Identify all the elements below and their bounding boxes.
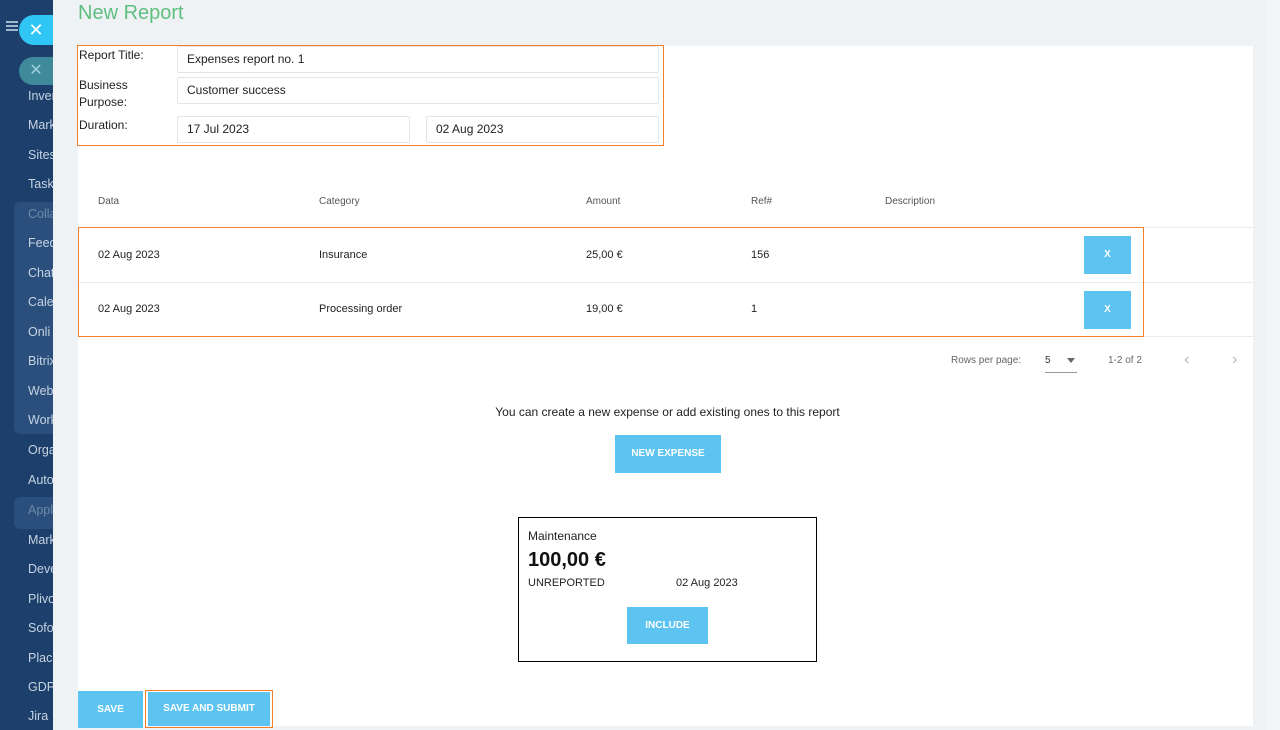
sidebar-item[interactable]: Bitrix: [28, 354, 53, 368]
sidebar-item[interactable]: Auto: [28, 473, 53, 487]
row-ref: 156: [751, 249, 770, 261]
new-expense-button[interactable]: NEW EXPENSE: [615, 435, 721, 473]
column-header-amount[interactable]: Amount: [586, 196, 620, 207]
rows-per-page-label: Rows per page:: [951, 355, 1022, 366]
remove-row-button[interactable]: X: [1084, 236, 1131, 274]
chevron-left-icon[interactable]: ‹: [1184, 351, 1189, 369]
chevron-right-icon[interactable]: ›: [1232, 351, 1237, 369]
report-panel: New Report Report Title: Expenses report…: [53, 0, 1280, 730]
report-title-label: Report Title:: [79, 48, 144, 62]
sidebar-group-label: Colla: [28, 207, 53, 221]
column-header-category[interactable]: Category: [319, 196, 360, 207]
row-category: Processing order: [319, 303, 403, 315]
sidebar-item[interactable]: Place: [28, 651, 53, 665]
business-purpose-label: Business: [79, 78, 128, 92]
row-category: Insurance: [319, 249, 368, 261]
row-ref: 1: [751, 303, 758, 315]
sidebar-item[interactable]: Onli: [28, 325, 50, 339]
row-date: 02 Aug 2023: [98, 303, 160, 315]
rows-per-page-select[interactable]: 5: [1045, 349, 1077, 373]
business-purpose-label: Purpose:: [79, 95, 128, 109]
sidebar-item[interactable]: Web: [28, 384, 53, 398]
duration-label: Duration:: [79, 118, 128, 132]
include-button[interactable]: INCLUDE: [627, 607, 708, 644]
close-slider-button[interactable]: ✕: [19, 15, 53, 45]
duration-start-field[interactable]: 17 Jul 2023: [177, 116, 410, 143]
sidebar-item[interactable]: Feed: [28, 236, 53, 250]
row-date: 02 Aug 2023: [98, 249, 160, 261]
duration-end-field[interactable]: 02 Aug 2023: [426, 116, 659, 143]
sidebar-item[interactable]: Task: [28, 177, 53, 191]
page-title: New Report: [78, 2, 184, 24]
sidebar-item[interactable]: Sites: [28, 148, 53, 162]
chevron-down-icon: [1067, 358, 1075, 363]
sidebar-item[interactable]: Deve: [28, 562, 53, 576]
column-header-ref[interactable]: Ref#: [751, 196, 772, 207]
sidebar-item[interactable]: Mark: [28, 533, 53, 547]
save-and-submit-highlight: [145, 690, 273, 728]
sidebar-item[interactable]: Cale: [28, 295, 53, 309]
expense-card: Maintenance 100,00 € UNREPORTED 02 Aug 2…: [518, 517, 817, 662]
pagination-range: 1-2 of 2: [1108, 355, 1142, 366]
remove-row-button[interactable]: X: [1084, 291, 1131, 329]
expense-amount: 100,00 €: [528, 549, 606, 571]
column-header-data[interactable]: Data: [98, 196, 119, 207]
expense-date: 02 Aug 2023: [676, 577, 738, 589]
sidebar-item[interactable]: Inver: [28, 89, 53, 103]
scrollbar[interactable]: [1266, 0, 1280, 730]
report-title-input[interactable]: Expenses report no. 1: [177, 46, 659, 73]
row-amount: 25,00 €: [586, 249, 623, 261]
expense-name: Maintenance: [528, 529, 597, 543]
expense-rows-highlight: [78, 227, 1144, 337]
sidebar-group-label: Appl: [28, 503, 53, 517]
sidebar-item[interactable]: Mark: [28, 118, 53, 132]
sidebar-item[interactable]: Chat: [28, 266, 53, 280]
business-purpose-input[interactable]: Customer success: [177, 77, 659, 104]
left-sidebar: Inver Mark Sites Task Colla Feed Chat Ca…: [0, 0, 53, 730]
column-header-description[interactable]: Description: [885, 196, 935, 207]
sidebar-item[interactable]: Sofo: [28, 621, 53, 635]
expense-status: UNREPORTED: [528, 577, 605, 589]
row-amount: 19,00 €: [586, 303, 623, 315]
info-text: You can create a new expense or add exis…: [495, 405, 840, 419]
close-icon[interactable]: ✕: [19, 57, 53, 85]
sidebar-item[interactable]: Work: [28, 413, 53, 427]
sidebar-item[interactable]: Plivo: [28, 592, 53, 606]
save-button[interactable]: SAVE: [78, 691, 143, 728]
sidebar-item[interactable]: Orga: [28, 443, 53, 457]
sidebar-item[interactable]: GDP: [28, 680, 53, 694]
rows-per-page-value: 5: [1045, 355, 1051, 366]
sidebar-item[interactable]: Jira: [28, 709, 48, 723]
menu-icon[interactable]: [6, 21, 18, 31]
